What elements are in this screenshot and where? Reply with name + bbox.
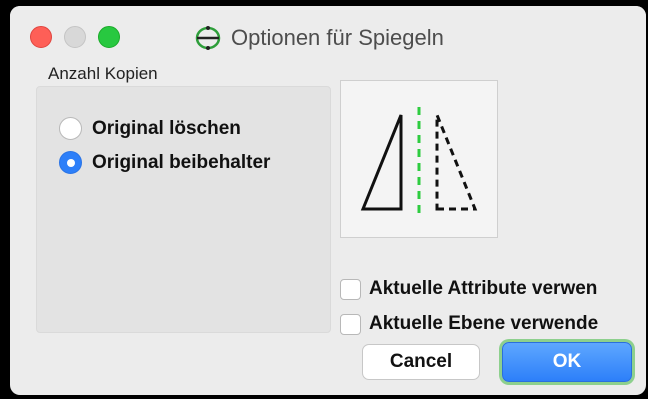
use-current-layer-checkbox[interactable] (340, 313, 361, 335)
radio-keep-original[interactable]: Original beibehalter (59, 151, 270, 174)
mirror-preview-icon (360, 107, 478, 213)
minimize-window-button[interactable] (64, 26, 86, 48)
mirror-preview (340, 80, 498, 238)
copies-group-box: Original löschen Original beibehalter (36, 86, 331, 333)
dialog-window: Optionen für Spiegeln Anzahl Kopien Orig… (10, 6, 646, 395)
radio-label: Original beibehalter (92, 151, 271, 173)
radio-label: Original löschen (92, 117, 241, 139)
close-window-button[interactable] (30, 26, 52, 48)
checkbox-label: Aktuelle Attribute verwen (369, 278, 598, 299)
title-bar[interactable]: Optionen für Spiegeln (10, 6, 646, 60)
cancel-button[interactable]: Cancel (362, 344, 480, 380)
copies-group-label: Anzahl Kopien (48, 64, 158, 83)
maximize-window-button[interactable] (98, 26, 120, 48)
radio-delete-original[interactable]: Original löschen (59, 117, 241, 140)
checkbox-row-attributes[interactable]: Aktuelle Attribute verwen (340, 278, 597, 300)
checkbox-label: Aktuelle Ebene verwende (369, 313, 599, 334)
use-current-attributes-checkbox[interactable] (340, 278, 361, 300)
ok-button[interactable]: OK (502, 342, 632, 382)
window-title: Optionen für Spiegeln (231, 25, 444, 50)
checkbox-row-layer[interactable]: Aktuelle Ebene verwende (340, 313, 598, 335)
mirror-tool-icon (195, 26, 221, 50)
radio-button[interactable] (59, 151, 82, 174)
radio-button[interactable] (59, 117, 82, 140)
